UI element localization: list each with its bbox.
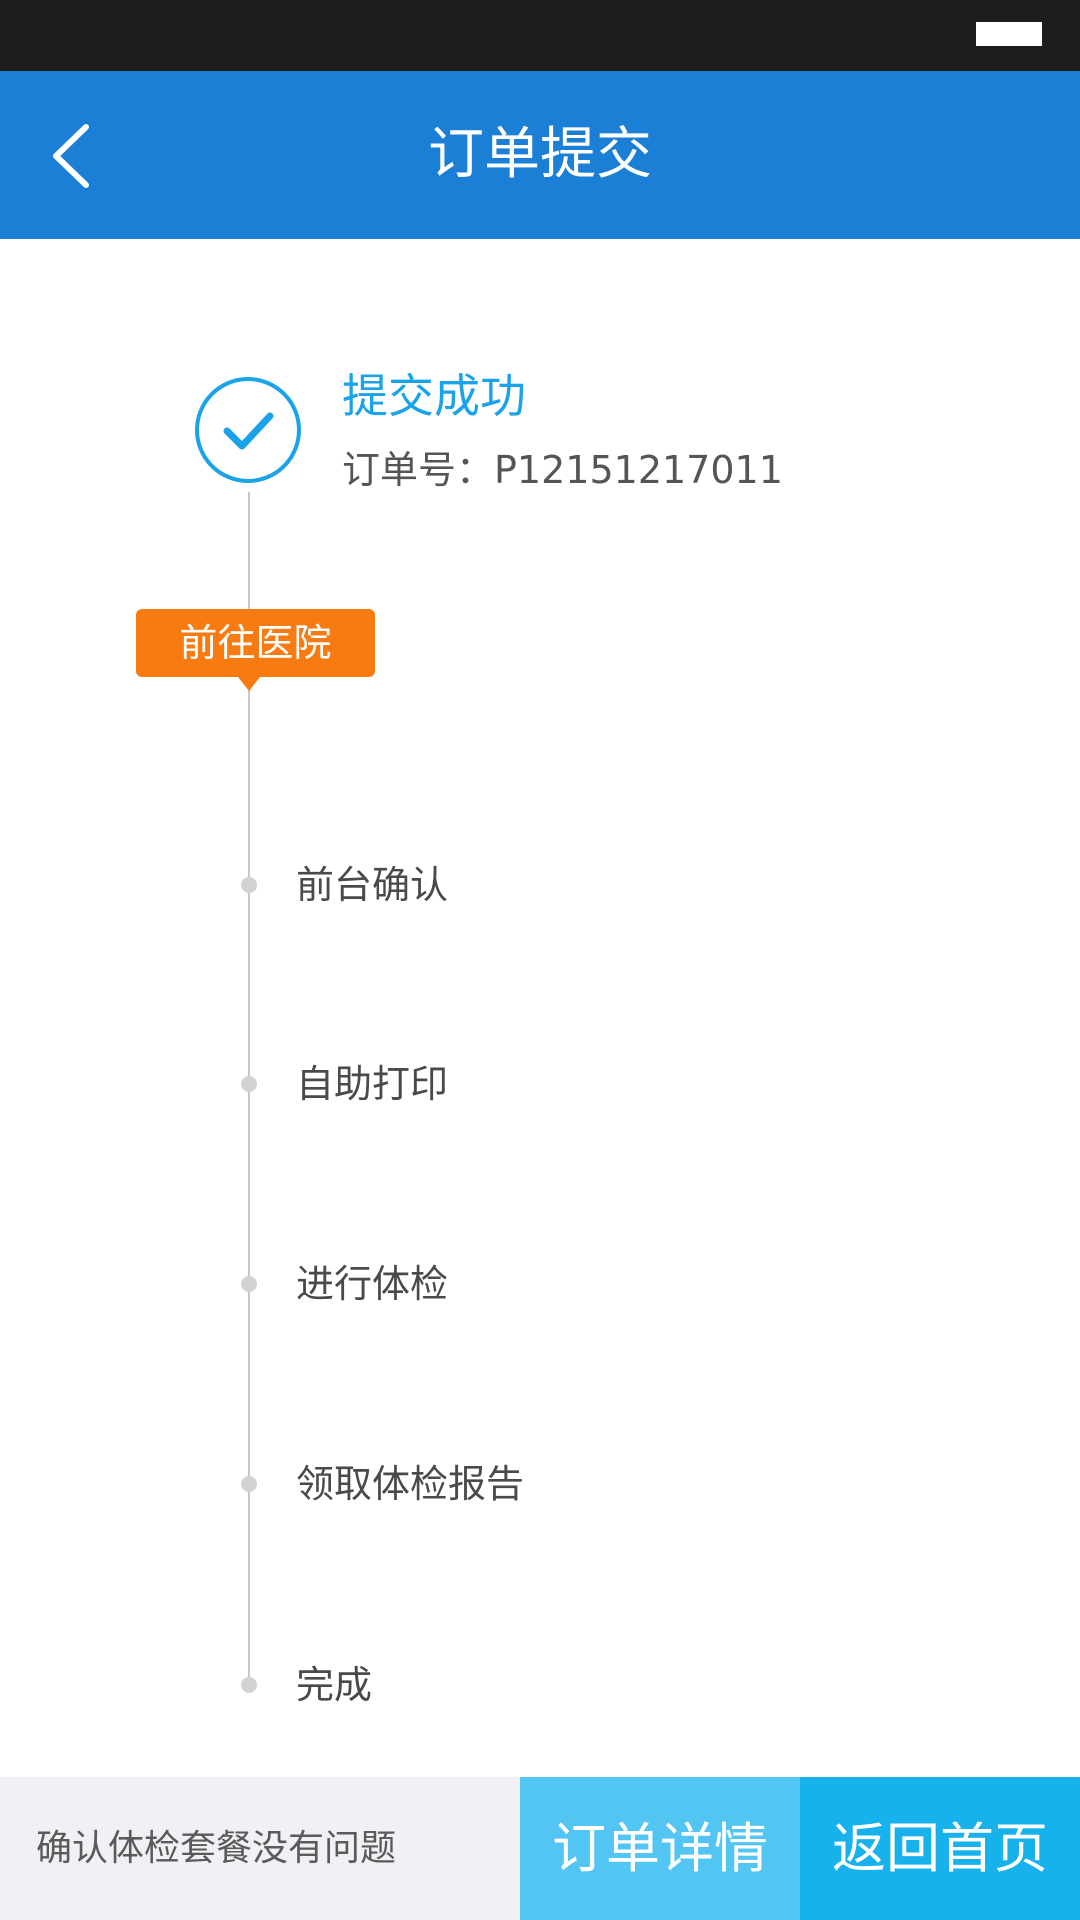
header-bar: 订单提交	[0, 71, 1080, 239]
page-title: 订单提交	[428, 122, 652, 187]
home-button[interactable]: 返回首页	[800, 1777, 1080, 1920]
step-label: 领取体检报告	[296, 1462, 525, 1506]
chevron-left-icon	[53, 124, 89, 188]
order-number-label: 订单号：	[342, 448, 495, 492]
tag-pointer	[238, 677, 260, 691]
current-step-tag: 前往医院	[136, 609, 375, 677]
bottom-note: 确认体检套餐没有问题	[0, 1777, 520, 1920]
order-number-value: P12151217011	[494, 448, 783, 492]
success-title: 提交成功	[342, 369, 526, 423]
battery-icon	[976, 22, 1042, 46]
step-dot	[241, 1276, 257, 1292]
status-bar	[0, 0, 1080, 71]
check-circle-icon	[194, 376, 302, 484]
step-dot	[241, 1076, 257, 1092]
step-label: 进行体检	[296, 1262, 449, 1306]
step-dot	[241, 1476, 257, 1492]
step-label: 自助打印	[296, 1062, 449, 1106]
step-label: 完成	[296, 1663, 373, 1707]
step-label: 前台确认	[296, 863, 449, 907]
order-number: 订单号：P12151217011	[342, 442, 783, 498]
step-dot	[241, 1677, 257, 1693]
bottom-bar: 确认体检套餐没有问题 订单详情 返回首页	[0, 1777, 1080, 1920]
step-dot	[241, 877, 257, 893]
order-detail-button[interactable]: 订单详情	[520, 1777, 800, 1920]
back-button[interactable]	[30, 111, 120, 201]
